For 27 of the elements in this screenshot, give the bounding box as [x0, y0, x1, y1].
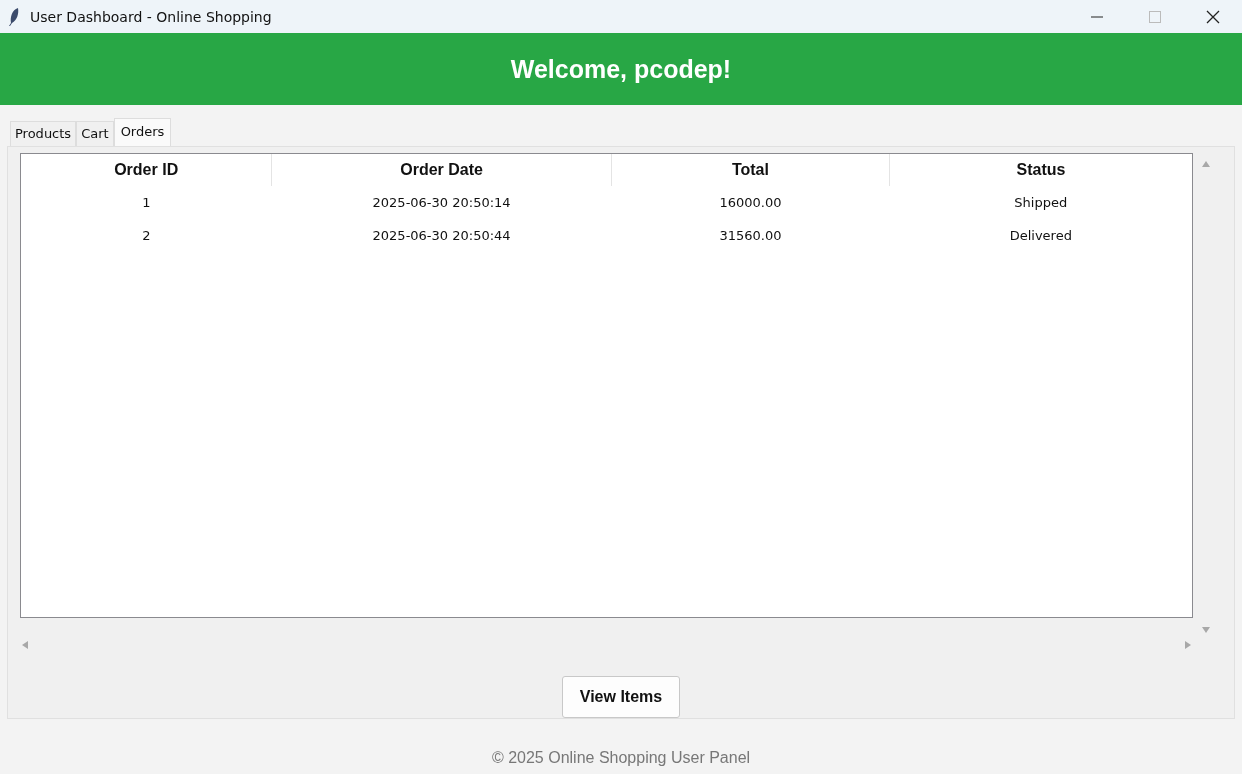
minimize-icon: [1091, 15, 1103, 18]
scroll-right-arrow-icon[interactable]: [1183, 639, 1193, 650]
column-header[interactable]: Status: [889, 154, 1192, 186]
table-cell: Shipped: [889, 186, 1192, 219]
welcome-heading: Welcome, pcodep!: [510, 54, 732, 84]
table-cell: 1: [21, 186, 272, 219]
scroll-left-arrow-icon[interactable]: [20, 639, 30, 650]
scroll-up-arrow-icon[interactable]: [1201, 159, 1211, 169]
table-cell-text: 2025-06-30 20:50:44: [371, 227, 512, 245]
column-header[interactable]: Total: [611, 154, 890, 186]
table-cell-text: 31560.00: [718, 227, 783, 245]
table-cell: 2025-06-30 20:50:14: [271, 186, 612, 219]
tab[interactable]: Cart: [76, 121, 114, 146]
maximize-icon: [1149, 10, 1161, 23]
view-items-button[interactable]: View Items: [562, 676, 680, 718]
window-title: User Dashboard - Online Shopping: [30, 8, 273, 25]
table-cell-text: 2: [141, 227, 152, 245]
tab[interactable]: Products: [10, 121, 77, 146]
scroll-down-arrow-icon[interactable]: [1201, 625, 1211, 635]
footer-text: © 2025 Online Shopping User Panel: [490, 749, 752, 767]
feather-icon: [8, 6, 20, 27]
column-header[interactable]: Order Date: [271, 154, 612, 186]
table-cell-text: Delivered: [1008, 227, 1073, 245]
column-header[interactable]: Order ID: [21, 154, 272, 186]
close-icon: [1206, 9, 1220, 24]
table-cell: 16000.00: [611, 186, 890, 219]
tab[interactable]: Orders: [113, 118, 172, 146]
